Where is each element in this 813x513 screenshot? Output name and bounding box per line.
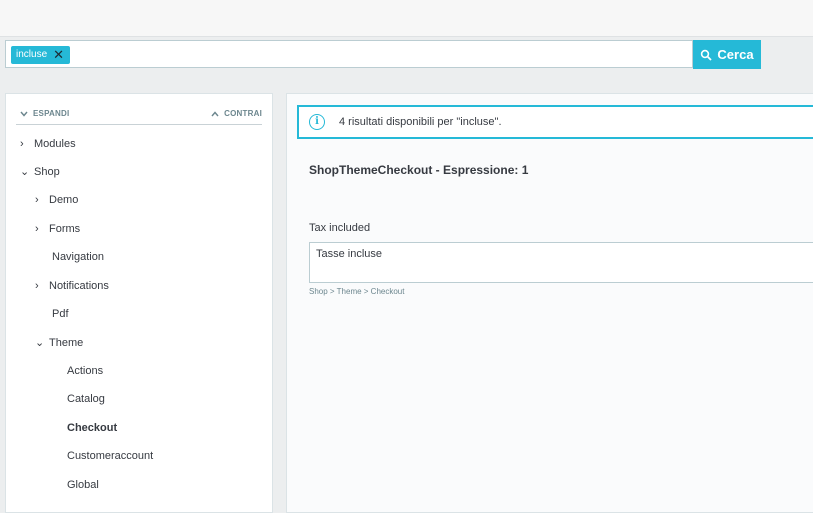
tree-item-catalog[interactable]: Catalog [67, 392, 105, 406]
tree-item-global[interactable]: Global [67, 478, 99, 492]
search-input[interactable]: incluse ✕ [5, 40, 693, 68]
result-title: ShopThemeCheckout - Espressione: 1 [309, 163, 529, 177]
tree-item-actions[interactable]: Actions [67, 364, 103, 378]
tree-item-label: Catalog [67, 393, 105, 405]
translation-value: Tasse incluse [316, 248, 383, 260]
info-icon: i [309, 114, 325, 130]
tree-item-theme[interactable]: ⌄ Theme [35, 336, 83, 350]
tree-item-pdf[interactable]: Pdf [52, 307, 69, 321]
tree-item-label: Checkout [67, 422, 118, 434]
tree-item-label: Forms [49, 223, 81, 235]
tree-item-modules[interactable]: › Modules [20, 137, 76, 151]
search-button[interactable]: Cerca [693, 40, 761, 69]
close-icon[interactable]: ✕ [53, 46, 64, 64]
tree-item-notifications[interactable]: › Notifications [35, 279, 109, 293]
chevron-right-icon: › [35, 223, 39, 235]
tree-header: ESPANDI CONTRAI [16, 108, 262, 125]
translation-panel: i 4 risultati disponibili per "incluse".… [286, 93, 813, 513]
translation-tree: ESPANDI CONTRAI › Modules ⌄ Shop › Demo … [5, 93, 273, 513]
tree-item-label: Pdf [52, 308, 69, 320]
search-icon [701, 49, 713, 61]
expand-all-button[interactable]: ESPANDI [20, 109, 69, 118]
tree-item-label: Shop [34, 166, 60, 178]
chevron-down-icon: ⌄ [35, 337, 45, 349]
expand-all-label: ESPANDI [33, 109, 70, 118]
chevron-down-icon [20, 111, 28, 117]
tree-item-customeraccount[interactable]: Customeraccount [67, 449, 153, 463]
translation-textarea[interactable]: Tasse incluse [309, 242, 813, 283]
tree-item-label: Navigation [52, 251, 104, 263]
search-tag: incluse ✕ [11, 46, 71, 64]
original-string-label: Tax included [309, 222, 371, 234]
top-header-bar [0, 0, 813, 37]
chevron-right-icon: › [35, 194, 39, 206]
breadcrumb: Shop > Theme > Checkout [309, 287, 405, 296]
tree-item-label: Theme [49, 337, 84, 349]
search-tag-label: incluse [16, 49, 48, 60]
tree-item-label: Notifications [49, 280, 109, 292]
chevron-right-icon: › [20, 138, 24, 150]
tree-item-shop[interactable]: ⌄ Shop [20, 165, 60, 179]
tree-item-label: Global [67, 479, 99, 491]
chevron-up-icon [211, 110, 219, 116]
tree-item-forms[interactable]: › Forms [35, 222, 80, 236]
collapse-all-label: CONTRAI [224, 109, 262, 118]
tree-item-demo[interactable]: › Demo [35, 193, 78, 207]
search-button-label: Cerca [717, 47, 754, 62]
collapse-all-button[interactable]: CONTRAI [211, 109, 262, 118]
tree-item-label: Modules [34, 138, 76, 150]
results-alert-text: 4 risultati disponibili per "incluse". [339, 116, 502, 128]
tree-item-label: Customeraccount [67, 450, 154, 462]
tree-item-label: Demo [49, 194, 79, 206]
results-alert: i 4 risultati disponibili per "incluse". [297, 105, 813, 139]
chevron-down-icon: ⌄ [20, 166, 30, 178]
tree-item-navigation[interactable]: Navigation [52, 250, 104, 264]
chevron-right-icon: › [35, 280, 39, 292]
tree-item-label: Actions [67, 365, 104, 377]
tree-item-checkout[interactable]: Checkout [67, 421, 117, 435]
